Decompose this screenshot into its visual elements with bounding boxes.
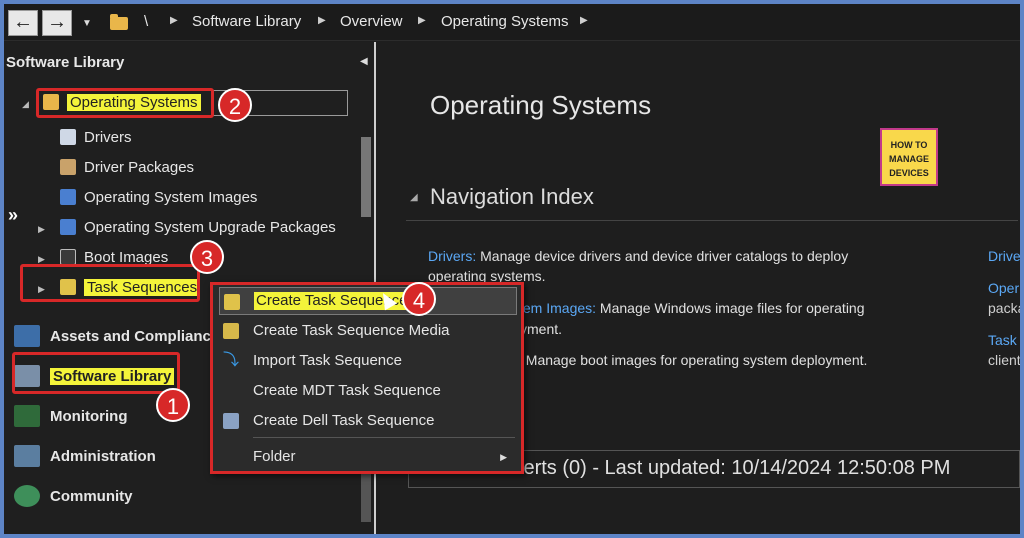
tree-item-drivers[interactable]: Drivers <box>60 125 132 151</box>
menu-create-dell-task-sequence[interactable]: Create Dell Task Sequence <box>219 407 517 435</box>
breadcrumb-separator-icon: ▶ <box>418 15 426 26</box>
menu-create-task-sequence-media[interactable]: Create Task Sequence Media <box>219 317 517 345</box>
tree-item-label: Operating System Images <box>84 189 258 206</box>
community-icon <box>14 485 40 507</box>
workspace-community[interactable]: Community <box>14 480 133 514</box>
tree-scrollbar[interactable] <box>361 137 371 217</box>
import-arrow-icon: ⤵ <box>223 352 240 369</box>
breadcrumb-separator-icon: ▶ <box>170 15 178 26</box>
breadcrumb-operating-systems[interactable]: Operating Systems <box>441 13 569 30</box>
menu-item-label: Import Task Sequence <box>253 352 402 369</box>
breadcrumb-root[interactable]: \ <box>144 13 148 30</box>
upgrade-package-icon <box>60 219 76 235</box>
collapse-tree-icon[interactable]: ◢ <box>22 99 29 110</box>
task-sequence-icon <box>224 294 240 310</box>
logo-line: MANAGE <box>889 154 929 164</box>
forward-button[interactable]: → <box>42 10 72 36</box>
drivers-link[interactable]: Drivers: <box>428 248 476 264</box>
tree-item-label: Drivers <box>84 129 132 146</box>
callout-box-operating-systems <box>36 88 214 118</box>
step-badge-3: 3 <box>190 240 224 274</box>
menu-item-label: Create MDT Task Sequence <box>253 382 441 399</box>
package-icon <box>60 159 76 175</box>
description-text: Manage Windows image files for operating <box>596 300 865 316</box>
breadcrumb-separator-icon: ▶ <box>318 15 326 26</box>
menu-item-label: Create Dell Task Sequence <box>253 412 435 429</box>
assets-icon <box>14 325 40 347</box>
breadcrumb-software-library[interactable]: Software Library <box>192 13 301 30</box>
pane-title: Software Library <box>6 54 125 71</box>
forward-arrow-icon: → <box>47 11 67 33</box>
task-sequences-context-menu: Create Task Sequence Create Task Sequenc… <box>210 282 524 474</box>
tree-item-os-upgrade-packages[interactable]: Operating System Upgrade Packages <box>60 215 336 241</box>
tree-item-os-images[interactable]: Operating System Images <box>60 185 257 211</box>
expand-tree-icon[interactable]: ▶ <box>38 224 45 235</box>
menu-item-label: Create Task Sequence Media <box>253 322 450 339</box>
section-heading: Navigation Index <box>430 184 594 209</box>
os-column-text: packa <box>988 300 1020 316</box>
menu-separator <box>253 437 515 438</box>
folder-icon <box>110 14 128 30</box>
callout-box-software-library <box>12 352 180 394</box>
callout-box-task-sequences <box>20 264 200 302</box>
description-text: Manage device drivers and device driver … <box>476 248 849 264</box>
section-collapse-icon[interactable]: ◢ <box>410 192 418 203</box>
task-column-text: client <box>988 352 1020 368</box>
drivers-description: Drivers: Manage device drivers and devic… <box>428 248 848 264</box>
os-images-description-line2: yment. <box>520 321 563 337</box>
submenu-arrow-icon: ▶ <box>500 452 507 462</box>
os-images-link[interactable]: stem Images: <box>512 300 596 316</box>
os-image-icon <box>60 189 76 205</box>
step-badge-4: 4 <box>402 282 436 316</box>
workspace-label: Assets and Compliance <box>50 328 220 345</box>
divider <box>406 220 1018 221</box>
menu-create-mdt-task-sequence[interactable]: Create MDT Task Sequence <box>219 377 517 405</box>
back-button[interactable]: ← <box>8 10 38 36</box>
console-window: ← → ▼ \ ▶ Software Library ▶ Overview ▶ … <box>4 4 1020 534</box>
step-badge-2: 2 <box>218 88 252 122</box>
step-badge-1: 1 <box>156 388 190 422</box>
tree-item-driver-packages[interactable]: Driver Packages <box>60 155 194 181</box>
back-arrow-icon: ← <box>13 11 33 33</box>
task-column-link[interactable]: Task <box>988 332 1017 348</box>
breadcrumb-separator-icon: ▶ <box>580 15 588 26</box>
drivers-column-link[interactable]: Drive <box>988 248 1020 264</box>
tree-item-label: Operating System Upgrade Packages <box>84 219 336 236</box>
os-images-description: stem Images: Manage Windows image files … <box>512 300 865 316</box>
driver-icon <box>60 129 76 145</box>
os-column-link[interactable]: Oper <box>988 280 1019 296</box>
monitoring-icon <box>14 405 40 427</box>
logo-line: HOW TO <box>890 140 928 150</box>
page-title: Operating Systems <box>430 90 652 120</box>
workspace-assets-compliance[interactable]: Assets and Compliance <box>14 320 219 354</box>
collapse-pane-icon[interactable]: ◀ <box>360 56 368 67</box>
workspace-label: Community <box>50 488 133 505</box>
menu-import-task-sequence[interactable]: ⤵ Import Task Sequence <box>219 347 517 375</box>
workspace-label: Administration <box>50 448 156 465</box>
menu-create-task-sequence[interactable]: Create Task Sequence <box>219 287 517 315</box>
logo-line: DEVICES <box>889 168 929 178</box>
boot-images-description: : Manage boot images for operating syste… <box>518 352 868 368</box>
workspace-administration[interactable]: Administration <box>14 440 156 474</box>
menu-item-label: Folder <box>253 448 296 465</box>
workspace-label: Monitoring <box>50 408 128 425</box>
address-bar: ← → ▼ \ ▶ Software Library ▶ Overview ▶ … <box>4 4 1020 41</box>
tree-item-label: Driver Packages <box>84 159 195 176</box>
dell-icon <box>223 413 239 429</box>
menu-folder[interactable]: Folder ▶ <box>219 443 517 471</box>
double-chevron-icon: » <box>8 205 19 225</box>
boot-image-icon <box>60 249 76 265</box>
how-to-manage-devices-logo: HOW TO MANAGE DEVICES <box>880 128 938 186</box>
administration-icon <box>14 445 40 467</box>
breadcrumb-overview[interactable]: Overview <box>340 13 403 30</box>
history-dropdown-icon[interactable]: ▼ <box>82 18 92 29</box>
media-icon <box>223 323 239 339</box>
workspace-monitoring[interactable]: Monitoring <box>14 400 127 434</box>
